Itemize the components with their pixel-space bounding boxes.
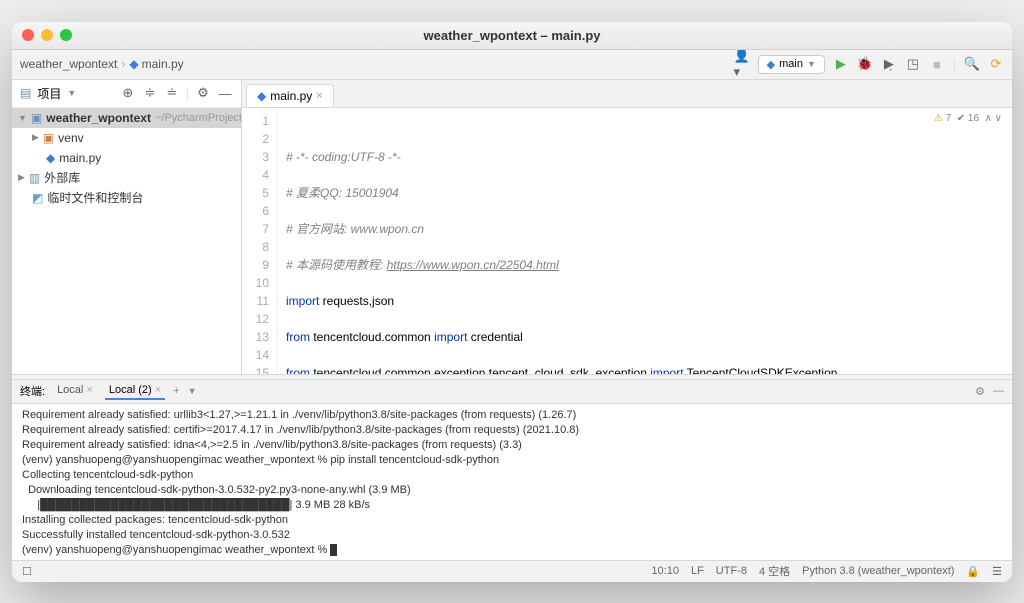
project-tree[interactable]: ▼ ▣ weather_wpontext ~/PycharmProjects/w… [12, 108, 241, 374]
folder-icon: ▣ [31, 111, 42, 125]
close-icon[interactable]: × [86, 384, 92, 396]
project-sidebar: ▤ 项目 ▼ ⊕ ≑ ≐ | ⚙ — ▼ ▣ weather_wpontext … [12, 80, 242, 374]
close-window-button[interactable] [22, 29, 34, 41]
traffic-lights [22, 29, 72, 41]
profile-button[interactable]: ◳ [905, 56, 921, 72]
indent[interactable]: 4 空格 [759, 563, 790, 579]
debug-button[interactable]: 🐞 [857, 56, 873, 72]
run-config-dropdown[interactable]: ◆ main ▼ [758, 55, 825, 74]
toolbar: weather_wpontext › ◆ main.py 👤▾ ◆ main ▼… [12, 50, 1012, 80]
terminal-tabs: 终端: Local × Local (2) × + ▼ ⚙ — [12, 380, 1012, 404]
line-ending[interactable]: LF [691, 565, 704, 577]
encoding[interactable]: UTF-8 [716, 565, 747, 577]
editor: ◆ main.py × 1234567891011121314151617181… [242, 80, 1012, 374]
user-icon[interactable]: 👤▾ [734, 56, 750, 72]
python-file-icon: ◆ [257, 89, 266, 103]
caret-position[interactable]: 10:10 [651, 565, 679, 577]
chevron-down-icon[interactable]: ▼ [67, 88, 76, 98]
tree-item-scratches[interactable]: ◩ 临时文件和控制台 [12, 188, 241, 208]
chevron-right-icon: ▶ [18, 172, 25, 183]
tree-item-external-libs[interactable]: ▶ ▥ 外部库 [12, 168, 241, 188]
close-icon[interactable]: × [155, 384, 161, 396]
chevron-down-icon: ▼ [18, 113, 27, 123]
stop-button[interactable]: ■ [929, 56, 945, 72]
terminal-tab-local1[interactable]: Local × [53, 382, 97, 400]
coverage-button[interactable]: ▶̣ [881, 56, 897, 72]
editor-tabs: ◆ main.py × [242, 80, 1012, 108]
project-view-label[interactable]: 项目 [37, 85, 61, 102]
code-area[interactable]: 12345678910111213141516171819 ⚠ 7 ✔ 16 ∧… [242, 108, 1012, 374]
folder-icon: ▣ [43, 131, 54, 145]
close-icon[interactable]: × [316, 90, 322, 102]
statusbar: ☐ 10:10 LF UTF-8 4 空格 Python 3.8 (weathe… [12, 560, 1012, 582]
chevron-down-icon: ▼ [807, 59, 816, 69]
sidebar-header: ▤ 项目 ▼ ⊕ ≑ ≐ | ⚙ — [12, 80, 241, 108]
python-file-icon: ◆ [767, 58, 775, 71]
expand-all-icon[interactable]: ≑ [142, 85, 158, 101]
terminal-label: 终端: [20, 383, 45, 399]
hide-panel-icon[interactable]: — [993, 385, 1004, 398]
minimize-window-button[interactable] [41, 29, 53, 41]
hide-sidebar-icon[interactable]: — [217, 85, 233, 101]
gear-icon[interactable]: ⚙ [975, 385, 985, 398]
breadcrumb-file: ◆ main.py [129, 57, 183, 71]
status-icon[interactable]: ☐ [22, 565, 32, 578]
window-title: weather_wpontext – main.py [424, 28, 601, 43]
breadcrumb[interactable]: weather_wpontext › ◆ main.py [20, 57, 184, 71]
gutter[interactable]: 12345678910111213141516171819 [242, 108, 278, 374]
tree-item-project-root[interactable]: ▼ ▣ weather_wpontext ~/PycharmProjects/w… [12, 108, 241, 128]
scratches-icon: ◩ [32, 191, 43, 205]
select-opened-file-icon[interactable]: ⊕ [120, 85, 136, 101]
tree-item-venv[interactable]: ▶ ▣ venv [12, 128, 241, 148]
interpreter[interactable]: Python 3.8 (weather_wpontext) [802, 565, 954, 577]
collapse-all-icon[interactable]: ≐ [164, 85, 180, 101]
tree-item-main-py[interactable]: ◆ main.py [12, 148, 241, 168]
gear-icon[interactable]: ⚙ [195, 85, 211, 101]
python-file-icon: ◆ [46, 151, 55, 165]
code-content[interactable]: ⚠ 7 ✔ 16 ∧ ∨ # -*- coding:UTF-8 -*- # 夏柔… [278, 108, 1012, 374]
run-button[interactable]: ▶ [833, 56, 849, 72]
search-everywhere-button[interactable]: 🔍 [964, 56, 980, 72]
terminal-output[interactable]: Requirement already satisfied: urllib3<1… [12, 404, 1012, 560]
ide-window: weather_wpontext – main.py weather_wpont… [12, 22, 1012, 582]
chevron-right-icon: › [121, 57, 125, 71]
inspection-status[interactable]: ⚠ 7 ✔ 16 ∧ ∨ [934, 110, 1002, 128]
sync-button[interactable]: ⟳ [988, 56, 1004, 72]
terminal-panel: 终端: Local × Local (2) × + ▼ ⚙ — Requirem… [12, 380, 1012, 560]
titlebar[interactable]: weather_wpontext – main.py [12, 22, 1012, 50]
notifications-icon[interactable]: ☰ [992, 565, 1002, 578]
editor-tab-main[interactable]: ◆ main.py × [246, 84, 334, 107]
python-file-icon: ◆ [129, 57, 138, 71]
main-area: ▤ 项目 ▼ ⊕ ≑ ≐ | ⚙ — ▼ ▣ weather_wpontext … [12, 80, 1012, 374]
libs-icon: ▥ [29, 171, 40, 185]
chevron-right-icon: ▶ [32, 132, 39, 143]
zoom-window-button[interactable] [60, 29, 72, 41]
lock-icon[interactable]: 🔒 [966, 565, 980, 578]
project-view-icon: ▤ [20, 86, 31, 100]
terminal-tab-local2[interactable]: Local (2) × [105, 382, 165, 400]
new-terminal-button[interactable]: + [173, 385, 179, 397]
breadcrumb-project: weather_wpontext [20, 57, 117, 71]
cursor [330, 544, 337, 556]
terminal-dropdown[interactable]: ▼ [188, 386, 197, 396]
